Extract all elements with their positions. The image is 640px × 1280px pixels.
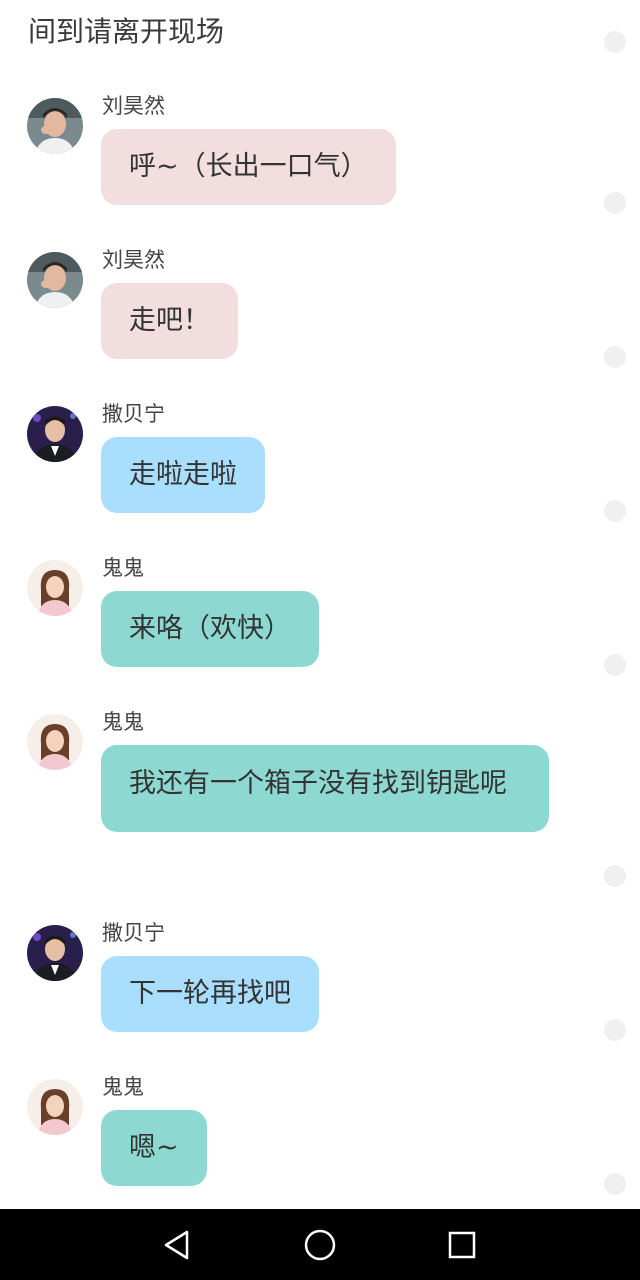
sender-name: 鬼鬼 — [102, 710, 144, 734]
recents-square-icon — [448, 1231, 476, 1259]
back-triangle-icon — [164, 1230, 189, 1260]
avatar[interactable] — [27, 252, 83, 308]
message-bubble[interactable]: 走吧！ — [101, 283, 238, 359]
home-circle-icon — [304, 1229, 336, 1261]
avatar[interactable] — [27, 98, 83, 154]
sender-name: 撒贝宁 — [102, 402, 165, 426]
recents-button[interactable] — [444, 1227, 480, 1263]
read-status-dot — [604, 1173, 626, 1195]
sender-name: 鬼鬼 — [102, 556, 144, 580]
read-status-dot — [604, 346, 626, 368]
read-status-dot — [604, 31, 626, 53]
read-status-dot — [604, 654, 626, 676]
read-status-dot — [604, 500, 626, 522]
avatar[interactable] — [27, 925, 83, 981]
previous-message-text: 间到请离开现场 — [28, 15, 225, 48]
back-button[interactable] — [160, 1227, 196, 1263]
sender-name: 鬼鬼 — [102, 1075, 144, 1099]
read-status-dot — [604, 192, 626, 214]
avatar[interactable] — [27, 560, 83, 616]
message-bubble[interactable]: 走啦走啦 — [101, 437, 265, 513]
read-status-dot — [604, 865, 626, 887]
system-navigation-bar — [0, 1209, 640, 1280]
avatar[interactable] — [27, 406, 83, 462]
message-bubble[interactable]: 嗯~ — [101, 1110, 207, 1186]
home-button[interactable] — [302, 1227, 338, 1263]
sender-name: 刘昊然 — [102, 94, 165, 118]
sender-name: 刘昊然 — [102, 248, 165, 272]
message-bubble[interactable]: 来咯（欢快） — [101, 591, 319, 667]
avatar[interactable] — [27, 714, 83, 770]
avatar[interactable] — [27, 1079, 83, 1135]
chat-screen: 间到请离开现场 刘昊然 呼~（长出一口气） 刘昊然 走吧！ 撒贝宁 走啦走啦 鬼… — [0, 0, 640, 1280]
message-bubble[interactable]: 下一轮再找吧 — [101, 956, 319, 1032]
sender-name: 撒贝宁 — [102, 921, 165, 945]
message-bubble[interactable]: 呼~（长出一口气） — [101, 129, 396, 205]
read-status-dot — [604, 1019, 626, 1041]
message-bubble[interactable]: 我还有一个箱子没有找到钥匙呢 — [101, 745, 549, 832]
